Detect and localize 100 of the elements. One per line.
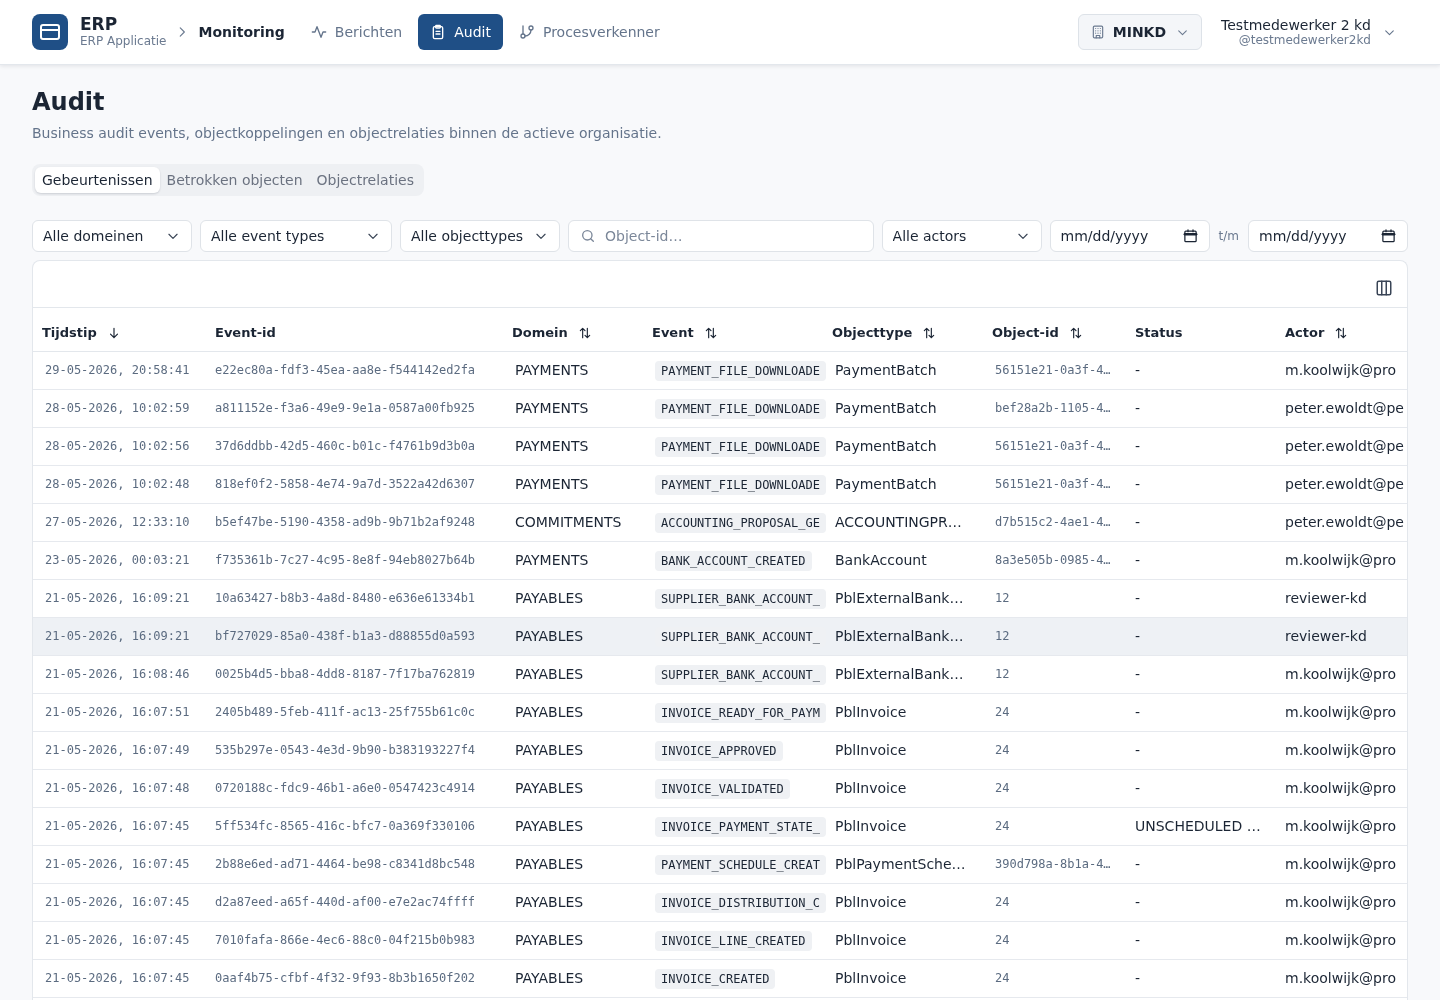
object-type-cell: PblExternalBank… xyxy=(823,579,983,617)
date-field[interactable]: mm/dd/yyyy xyxy=(1248,220,1408,252)
organization-button[interactable]: MINKD xyxy=(1077,14,1203,50)
timestamp-cell: 21-05-2026, 16:07:51 xyxy=(33,693,206,731)
actor-cell: m.koolwijk@pro xyxy=(1276,807,1407,845)
timestamp-cell: 27-05-2026, 12:33:10 xyxy=(33,503,206,541)
column-header[interactable]: Object-id xyxy=(992,324,1059,340)
status-cell: - xyxy=(1126,579,1276,617)
event-id-cell: 2b88e6ed-ad71-4464-be98-c8341d8bc548 xyxy=(206,845,503,883)
object-id-cell: 24 xyxy=(983,731,1126,769)
tab[interactable]: Objectrelaties xyxy=(309,167,421,193)
object-id-cell: 24 xyxy=(983,807,1126,845)
status-cell: - xyxy=(1126,731,1276,769)
event-badge: INVOICE_APPROVED xyxy=(655,740,783,761)
app-subtitle: ERP Applicatie xyxy=(80,34,167,49)
nav-link[interactable]: Audit xyxy=(418,14,503,50)
table-row[interactable]: 21-05-2026, 16:07:49 535b297e-0543-4e3d-9b90-b383193227f4 PAYABLES INVOICE_APPROVED PblInvoice 24 - m.koolwijk@pro xyxy=(33,731,1407,769)
object-id-cell: 24 xyxy=(983,921,1126,959)
status-cell: - xyxy=(1126,351,1276,389)
breadcrumb-current: Monitoring xyxy=(198,22,285,42)
table-row[interactable]: 21-05-2026, 16:07:51 2405b489-5feb-411f-ac13-25f755b61c0c PAYABLES INVOICE_READY_FOR_PAYM PblInvoice 24 - m.koolwijk@pro xyxy=(33,693,1407,731)
object-type-cell: PaymentBatch xyxy=(823,389,983,427)
timestamp-cell: 28-05-2026, 10:02:56 xyxy=(33,427,206,465)
event-id-cell: 0025b4d5-bba8-4dd8-8187-7f17ba762819 xyxy=(206,655,503,693)
filter-dropdown[interactable]: Alle actors xyxy=(881,220,1042,252)
sort-icon xyxy=(703,325,718,340)
object-type-cell: PaymentBatch xyxy=(823,465,983,503)
table-row[interactable]: 21-05-2026, 16:08:46 0025b4d5-bba8-4dd8-8187-7f17ba762819 PAYABLES SUPPLIER_BANK_ACCOUNT_ PblExternalBank… 12 - m.koolwijk@pro xyxy=(33,655,1407,693)
event-id-cell: 5ff534fc-8565-416c-bfc7-0a369f330106 xyxy=(206,807,503,845)
table-row[interactable]: 27-05-2026, 12:33:10 b5ef47be-5190-4358-ad9b-9b71b2af9248 COMMITMENTS ACCOUNTING_PROPOSAL_GE ACCOUNTINGPR… d7b515c2-4ae1-4… - peter.ewoldt@pe xyxy=(33,503,1407,541)
user-menu-button[interactable]: Testmedewerker 2 kd @testmedewerker2kd xyxy=(1221,17,1396,47)
branch-icon xyxy=(518,24,535,40)
tab[interactable]: Betrokken objecten xyxy=(159,167,310,193)
event-id-cell: bf727029-85a0-438f-b1a3-d88855d0a593 xyxy=(206,617,503,655)
timestamp-cell: 21-05-2026, 16:09:21 xyxy=(33,617,206,655)
tab[interactable]: Gebeurtenissen xyxy=(35,167,160,193)
table-row[interactable]: 21-05-2026, 16:07:45 d2a87eed-a65f-440d-af00-e7e2ac74ffff PAYABLES INVOICE_DISTRIBUTION_C PblInvoice 24 - m.koolwijk@pro xyxy=(33,883,1407,921)
actor-cell: reviewer-kd xyxy=(1276,579,1407,617)
column-header[interactable]: Actor xyxy=(1285,324,1325,340)
table-row[interactable]: 21-05-2026, 16:07:45 2b88e6ed-ad71-4464-be98-c8341d8bc548 PAYABLES PAYMENT_SCHEDULE_CREAT PblPaymentSche… 390d798a-8b1a-4… - m.koolwijk@pro xyxy=(33,845,1407,883)
object-id-cell: 12 xyxy=(983,617,1126,655)
object-id-cell: 12 xyxy=(983,579,1126,617)
column-header[interactable]: Event xyxy=(652,324,694,340)
event-badge: INVOICE_LINE_CREATED xyxy=(655,930,812,951)
column-header[interactable]: Domein xyxy=(512,324,568,340)
event-badge: ACCOUNTING_PROPOSAL_GE xyxy=(655,512,826,533)
column-header: Status xyxy=(1135,324,1183,340)
card-icon xyxy=(32,14,68,50)
table-row[interactable]: 21-05-2026, 16:09:21 10a63427-b8b3-4a8d-8480-e636e61334b1 PAYABLES SUPPLIER_BANK_ACCOUNT_ PblExternalBank… 12 - reviewer-kd xyxy=(33,579,1407,617)
calendar-icon xyxy=(1182,228,1198,244)
actor-cell: peter.ewoldt@pe xyxy=(1276,427,1407,465)
event-badge: PAYMENT_FILE_DOWNLOADE xyxy=(655,360,826,381)
status-cell: - xyxy=(1126,465,1276,503)
event-badge: PAYMENT_FILE_DOWNLOADE xyxy=(655,474,826,495)
filter-dropdown[interactable]: Alle event types xyxy=(200,220,392,252)
timestamp-cell: 21-05-2026, 16:08:46 xyxy=(33,655,206,693)
actor-cell: m.koolwijk@pro xyxy=(1276,693,1407,731)
event-id-cell: 37d6ddbb-42d5-460c-b01c-f4761b9d3b0a xyxy=(206,427,503,465)
actor-cell: peter.ewoldt@pe xyxy=(1276,503,1407,541)
timestamp-cell: 21-05-2026, 16:07:45 xyxy=(33,921,206,959)
table-row[interactable]: 21-05-2026, 16:09:21 bf727029-85a0-438f-b1a3-d88855d0a593 PAYABLES SUPPLIER_BANK_ACCOUNT_ PblExternalBank… 12 - reviewer-kd xyxy=(33,617,1407,655)
filter-dropdown[interactable]: Alle objecttypes xyxy=(400,220,560,252)
table-row[interactable]: 21-05-2026, 16:07:45 5ff534fc-8565-416c-bfc7-0a369f330106 PAYABLES INVOICE_PAYMENT_STATE_ PblInvoice 24 UNSCHEDULED … m.koolwijk@pro xyxy=(33,807,1407,845)
sort-icon xyxy=(577,325,592,340)
status-cell: - xyxy=(1126,503,1276,541)
table-row[interactable]: 21-05-2026, 16:07:45 7010fafa-866e-4ec6-88c0-04f215b0b983 PAYABLES INVOICE_LINE_CREATED PblInvoice 24 - m.koolwijk@pro xyxy=(33,921,1407,959)
column-header[interactable]: Tijdstip xyxy=(42,324,97,340)
timestamp-cell: 29-05-2026, 20:58:41 xyxy=(33,351,206,389)
date-field[interactable]: mm/dd/yyyy xyxy=(1049,220,1210,252)
timestamp-cell: 21-05-2026, 16:07:45 xyxy=(33,807,206,845)
event-id-cell: 0aaf4b75-cfbf-4f32-9f93-8b3b1650f202 xyxy=(206,959,503,997)
table-row[interactable]: 29-05-2026, 20:58:41 e22ec80a-fdf3-45ea-aa8e-f544142ed2fa PAYMENTS PAYMENT_FILE_DOWNLOADE PaymentBatch 56151e21-0a3f-4… - m.koolwijk@pro xyxy=(33,351,1407,389)
status-cell: - xyxy=(1126,617,1276,655)
nav-link[interactable]: Berichten xyxy=(298,14,415,50)
domain-cell: PAYMENTS xyxy=(503,541,643,579)
table-row[interactable]: 21-05-2026, 16:07:48 0720188c-fdc9-46b1-a6e0-0547423c4914 PAYABLES INVOICE_VALIDATED PblInvoice 24 - m.koolwijk@pro xyxy=(33,769,1407,807)
actor-cell: reviewer-kd xyxy=(1276,617,1407,655)
domain-cell: PAYABLES xyxy=(503,921,643,959)
page-title: Audit xyxy=(32,87,106,117)
timestamp-cell: 21-05-2026, 16:07:45 xyxy=(33,959,206,997)
table-row[interactable]: 23-05-2026, 00:03:21 f735361b-7c27-4c95-8e8f-94eb8027b64b PAYMENTS BANK_ACCOUNT_CREATED BankAccount 8a3e505b-0985-4… - m.koolwijk@pro xyxy=(33,541,1407,579)
actor-cell: peter.ewoldt@pe xyxy=(1276,389,1407,427)
search-field[interactable]: Object-id… xyxy=(568,220,874,252)
domain-cell: PAYMENTS xyxy=(503,351,643,389)
domain-cell: PAYABLES xyxy=(503,693,643,731)
nav-link[interactable]: Procesverkenner xyxy=(506,14,672,50)
object-type-cell: PblInvoice xyxy=(823,883,983,921)
filter-dropdown[interactable]: Alle domeinen xyxy=(32,220,192,252)
event-badge: PAYMENT_FILE_DOWNLOADE xyxy=(655,436,826,457)
table-row[interactable]: 28-05-2026, 10:02:59 a811152e-f3a6-49e9-9e1a-0587a00fb925 PAYMENTS PAYMENT_FILE_DOWNLOADE PaymentBatch bef28a2b-1105-4… - peter.ewoldt@pe xyxy=(33,389,1407,427)
object-type-cell: PblInvoice xyxy=(823,807,983,845)
actor-cell: m.koolwijk@pro xyxy=(1276,655,1407,693)
timestamp-cell: 21-05-2026, 16:09:21 xyxy=(33,579,206,617)
status-cell: - xyxy=(1126,921,1276,959)
column-header[interactable]: Objecttype xyxy=(832,324,913,340)
event-id-cell: 0720188c-fdc9-46b1-a6e0-0547423c4914 xyxy=(206,769,503,807)
table-row[interactable]: 28-05-2026, 10:02:56 37d6ddbb-42d5-460c-b01c-f4761b9d3b0a PAYMENTS PAYMENT_FILE_DOWNLOADE PaymentBatch 56151e21-0a3f-4… - peter.ewoldt@pe xyxy=(33,427,1407,465)
status-cell: - xyxy=(1126,845,1276,883)
table-row[interactable]: 28-05-2026, 10:02:48 818ef0f2-5858-4e74-9a7d-3522a42d6307 PAYMENTS PAYMENT_FILE_DOWNLOADE PaymentBatch 56151e21-0a3f-4… - peter.ewoldt@pe xyxy=(33,465,1407,503)
table-row[interactable]: 21-05-2026, 16:07:45 0aaf4b75-cfbf-4f32-9f93-8b3b1650f202 PAYABLES INVOICE_CREATED PblInvoice 24 - m.koolwijk@pro xyxy=(33,959,1407,997)
